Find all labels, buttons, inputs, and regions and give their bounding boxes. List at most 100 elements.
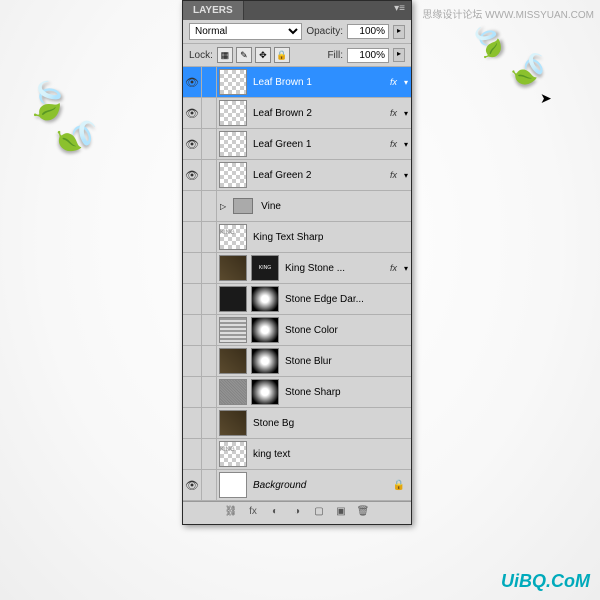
layer-row[interactable]: Stone Color <box>183 315 411 346</box>
fx-badge[interactable]: fx <box>390 108 401 118</box>
link-cell[interactable] <box>202 346 217 376</box>
layer-name[interactable]: king text <box>249 449 411 460</box>
group-icon[interactable]: ▢ <box>311 506 327 520</box>
visibility-icon[interactable]: 👁 <box>183 129 202 159</box>
layer-name[interactable]: Leaf Green 2 <box>249 170 390 181</box>
layer-name[interactable]: Background <box>249 480 393 491</box>
adjustment-icon[interactable]: ◑ <box>289 506 305 520</box>
link-cell[interactable] <box>202 408 217 438</box>
layer-thumbnail[interactable] <box>219 379 247 405</box>
layer-name[interactable]: Stone Color <box>281 325 411 336</box>
fx-badge[interactable]: fx <box>390 170 401 180</box>
visibility-icon[interactable] <box>183 222 202 252</box>
fx-expand-icon[interactable]: ▾ <box>401 78 411 87</box>
layer-thumbnail[interactable] <box>219 100 247 126</box>
fx-expand-icon[interactable]: ▾ <box>401 264 411 273</box>
lock-all-icon[interactable]: 🔒 <box>274 47 290 63</box>
panel-menu-icon[interactable]: ▾≡ <box>388 1 411 20</box>
visibility-icon[interactable] <box>183 284 202 314</box>
link-cell[interactable] <box>202 191 217 221</box>
fx-expand-icon[interactable]: ▾ <box>401 171 411 180</box>
layer-name[interactable]: Stone Sharp <box>281 387 411 398</box>
layer-name[interactable]: Leaf Brown 2 <box>249 108 390 119</box>
link-cell[interactable] <box>202 284 217 314</box>
visibility-icon[interactable] <box>183 439 202 469</box>
visibility-icon[interactable] <box>183 191 202 221</box>
visibility-icon[interactable] <box>183 346 202 376</box>
layer-row[interactable]: KINGKing Text Sharp <box>183 222 411 253</box>
new-layer-icon[interactable]: ▣ <box>333 506 349 520</box>
fx-badge[interactable]: fx <box>390 77 401 87</box>
layer-thumbnail[interactable]: KING <box>219 224 247 250</box>
lock-transparency-icon[interactable]: ▦ <box>217 47 233 63</box>
mask-thumbnail[interactable] <box>251 379 279 405</box>
layer-name[interactable]: Stone Edge Dar... <box>281 294 411 305</box>
layer-row[interactable]: KINGking text <box>183 439 411 470</box>
layer-row[interactable]: KINGKing Stone ...fx▾ <box>183 253 411 284</box>
delete-icon[interactable]: 🗑 <box>355 506 371 520</box>
mask-icon[interactable]: ◐ <box>267 506 283 520</box>
layer-thumbnail[interactable] <box>219 348 247 374</box>
layer-row[interactable]: 👁 Leaf Green 2fx▾ <box>183 160 411 191</box>
layer-thumbnail[interactable] <box>219 162 247 188</box>
layer-row[interactable]: 👁 Leaf Brown 1fx▾ <box>183 67 411 98</box>
layer-name[interactable]: King Stone ... <box>281 263 390 274</box>
visibility-icon[interactable]: 👁 <box>183 98 202 128</box>
visibility-icon[interactable]: 👁 <box>183 67 202 97</box>
layer-name[interactable]: Leaf Brown 1 <box>249 77 390 88</box>
mask-thumbnail[interactable] <box>251 286 279 312</box>
fill-field[interactable]: 100% <box>347 48 389 63</box>
fx-badge[interactable]: fx <box>390 263 401 273</box>
layer-name[interactable]: King Text Sharp <box>249 232 411 243</box>
layer-row[interactable]: 👁Leaf Green 1fx▾ <box>183 129 411 160</box>
link-cell[interactable] <box>202 253 217 283</box>
layer-name[interactable]: Leaf Green 1 <box>249 139 390 150</box>
layer-name[interactable]: Stone Blur <box>281 356 411 367</box>
layer-name[interactable]: Stone Bg <box>249 418 411 429</box>
layer-thumbnail[interactable] <box>219 255 247 281</box>
fx-expand-icon[interactable]: ▾ <box>401 109 411 118</box>
layer-thumbnail[interactable] <box>219 410 247 436</box>
layer-row[interactable]: Stone Bg <box>183 408 411 439</box>
link-cell[interactable] <box>202 315 217 345</box>
link-cell[interactable] <box>202 377 217 407</box>
link-cell[interactable] <box>202 98 217 128</box>
link-cell[interactable] <box>202 160 217 190</box>
layer-row[interactable]: 👁 Leaf Brown 2fx▾ <box>183 98 411 129</box>
lock-position-icon[interactable]: ✥ <box>255 47 271 63</box>
mask-thumbnail[interactable]: KING <box>251 255 279 281</box>
lock-pixels-icon[interactable]: ✎ <box>236 47 252 63</box>
visibility-icon[interactable] <box>183 408 202 438</box>
fx-icon[interactable]: fx <box>245 506 261 520</box>
layers-tab[interactable]: LAYERS <box>183 1 244 20</box>
link-cell[interactable] <box>202 67 217 97</box>
link-layers-icon[interactable]: ⛓ <box>223 506 239 520</box>
fill-flyout-icon[interactable]: ▸ <box>393 48 405 62</box>
layer-name[interactable]: Vine <box>257 201 411 212</box>
blend-mode-select[interactable]: Normal <box>189 23 302 40</box>
layer-thumbnail[interactable] <box>219 69 247 95</box>
mask-thumbnail[interactable] <box>251 348 279 374</box>
mask-thumbnail[interactable] <box>251 317 279 343</box>
visibility-icon[interactable] <box>183 253 202 283</box>
link-cell[interactable] <box>202 439 217 469</box>
visibility-icon[interactable]: 👁 <box>183 470 202 500</box>
link-cell[interactable] <box>202 222 217 252</box>
layer-row[interactable]: Stone Blur <box>183 346 411 377</box>
layer-row[interactable]: 👁Background🔒 <box>183 470 411 501</box>
fx-badge[interactable]: fx <box>390 139 401 149</box>
visibility-icon[interactable] <box>183 377 202 407</box>
layer-row[interactable]: Stone Edge Dar... <box>183 284 411 315</box>
opacity-flyout-icon[interactable]: ▸ <box>393 25 405 39</box>
opacity-field[interactable]: 100% <box>347 24 389 39</box>
link-cell[interactable] <box>202 470 217 500</box>
layer-thumbnail[interactable] <box>219 472 247 498</box>
layer-thumbnail[interactable] <box>219 131 247 157</box>
layer-thumbnail[interactable] <box>219 286 247 312</box>
link-cell[interactable] <box>202 129 217 159</box>
visibility-icon[interactable]: 👁 <box>183 160 202 190</box>
layer-thumbnail[interactable] <box>219 317 247 343</box>
layer-thumbnail[interactable]: KING <box>219 441 247 467</box>
layer-row[interactable]: ▷ Vine <box>183 191 411 222</box>
expand-icon[interactable]: ▷ <box>217 202 229 211</box>
